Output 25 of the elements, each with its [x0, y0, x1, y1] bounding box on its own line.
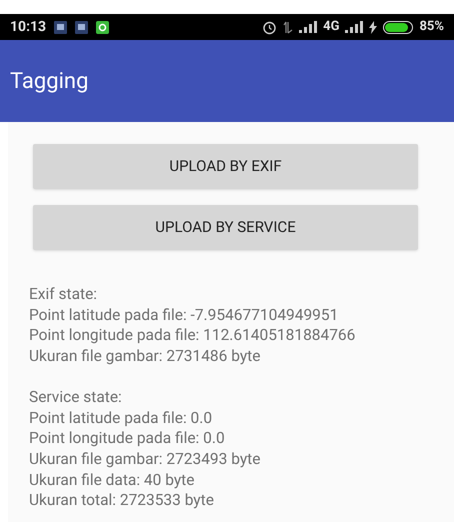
app-notification-icon — [96, 20, 110, 34]
status-time: 10:13 — [10, 18, 46, 36]
battery-percent: 85% — [419, 18, 444, 36]
upload-button[interactable]: UPLOAD BY EXIF — [33, 144, 418, 189]
signal-icon — [345, 21, 364, 33]
info-line: Point latitude pada file: -7.954677104949951 — [29, 304, 340, 326]
alarm-clock-icon — [262, 20, 278, 34]
info-line: Service state: — [29, 386, 123, 408]
signal-icon — [299, 21, 318, 33]
data-transfer-icon — [283, 20, 294, 34]
app-title: Tagging — [10, 68, 88, 96]
charging-bolt-icon — [369, 20, 378, 34]
upload-button[interactable]: UPLOAD BY SERVICE — [33, 205, 418, 250]
notification-icon — [75, 20, 88, 34]
battery-icon — [383, 20, 414, 34]
info-line: Ukuran file gambar: 2723493 byte — [29, 448, 262, 470]
info-line: Point latitude pada file: 0.0 — [29, 408, 214, 428]
info-line: Ukuran file data: 40 byte — [29, 470, 196, 490]
info-line: Ukuran total: 2723533 byte — [29, 490, 215, 512]
info-line: Ukuran file gambar: 2731486 byte — [29, 346, 262, 367]
info-line: Point longitude pada file: 0.0 — [29, 428, 226, 449]
network-type: 4G — [323, 18, 340, 36]
info-line: Exif state: — [29, 284, 98, 305]
info-line: Point longitude pada file: 112.61405181884766 — [29, 325, 356, 346]
notification-icon — [54, 20, 68, 34]
